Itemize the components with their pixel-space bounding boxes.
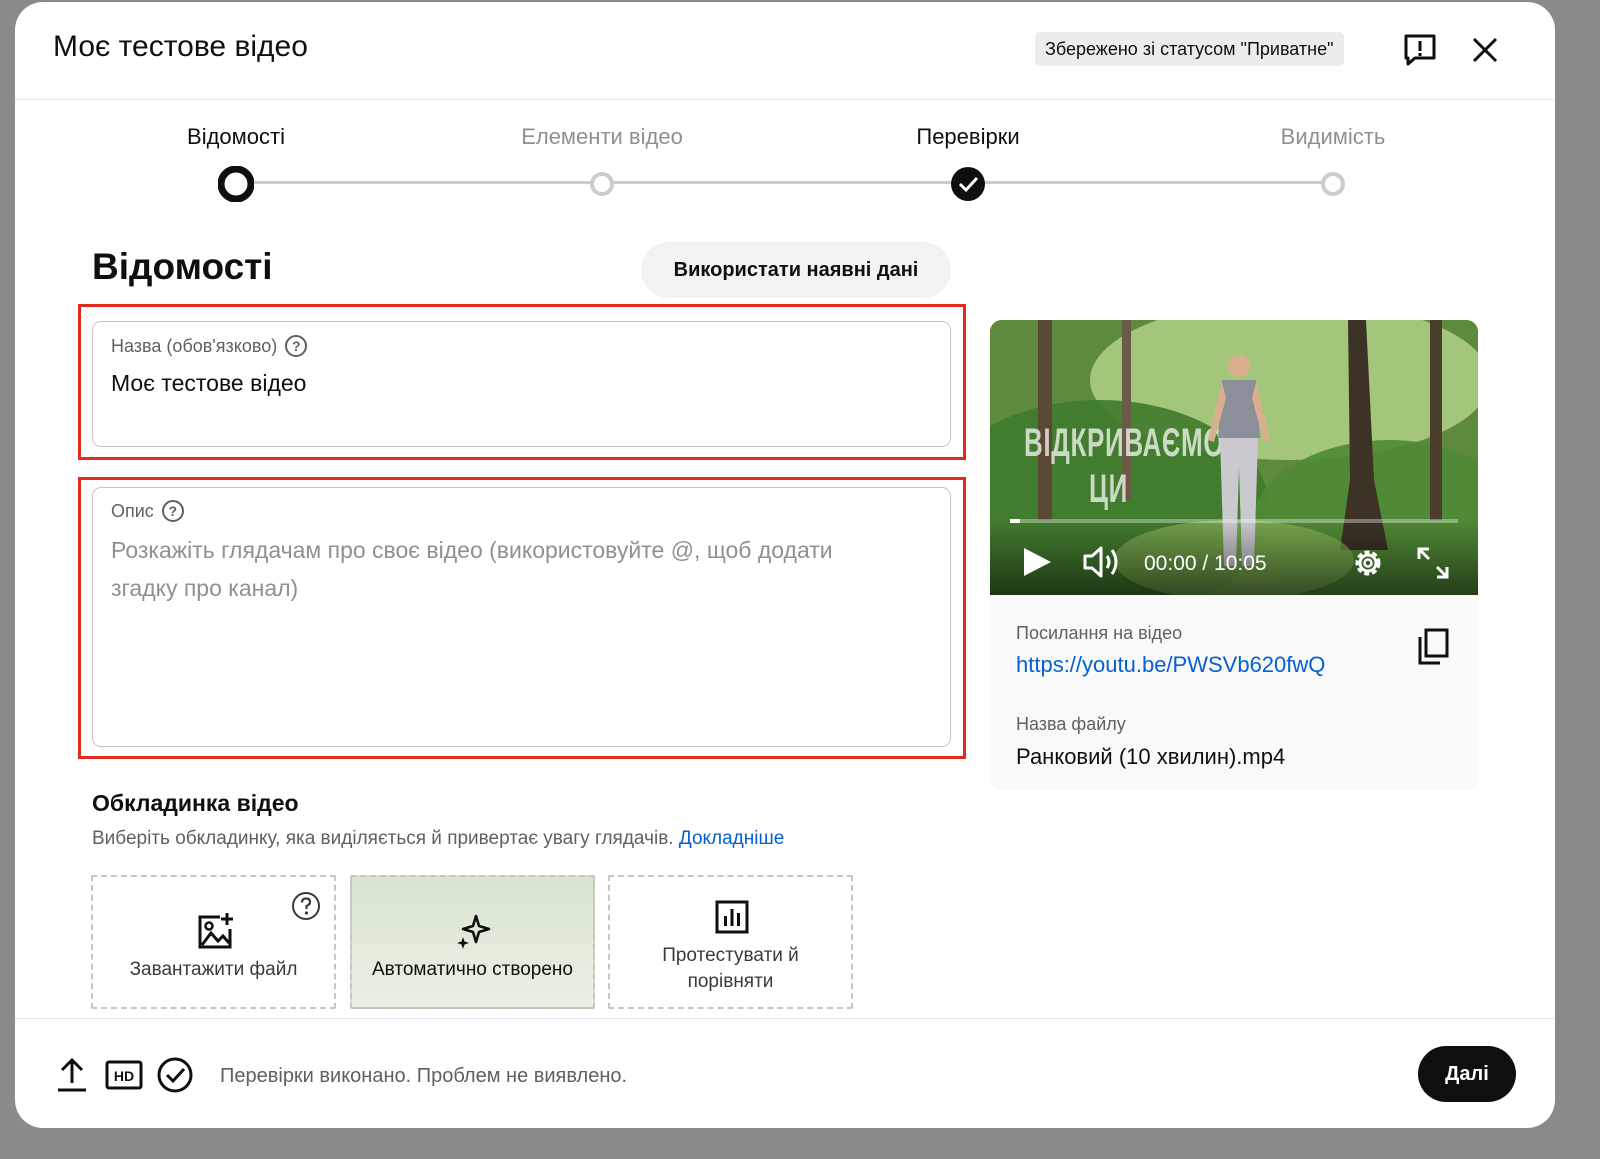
stepper-line — [237, 181, 1334, 184]
step-label: Видимість — [1280, 124, 1386, 149]
dialog-title: Моє тестове відео — [53, 30, 308, 63]
description-field-label-text: Опис — [111, 500, 154, 521]
saved-status-badge: Збережено зі статусом "Приватне" — [1035, 32, 1344, 66]
thumbnail-description: Виберіть обкладинку, яка виділяється й п… — [92, 828, 784, 850]
next-button[interactable]: Далі — [1418, 1046, 1516, 1102]
feedback-icon[interactable] — [1400, 30, 1440, 70]
test-and-compare-option[interactable]: Протестувати й порівняти — [608, 875, 853, 1009]
step-label: Елементи відео — [521, 124, 683, 149]
file-name-label: Назва файлу — [1016, 714, 1126, 734]
title-field[interactable]: Назва (обов'язково) ? Моє тестове відео — [92, 321, 951, 447]
copy-icon[interactable] — [1416, 628, 1450, 671]
title-input[interactable]: Моє тестове відео — [111, 370, 306, 397]
close-icon[interactable] — [1465, 30, 1505, 70]
learn-more-link[interactable]: Докладніше — [679, 828, 784, 849]
video-progress-fill — [1010, 519, 1020, 523]
video-progress-bar[interactable] — [1010, 519, 1458, 523]
use-existing-data-button[interactable]: Використати наявні дані — [641, 242, 951, 298]
step-done-check-icon — [950, 166, 986, 202]
video-preview-panel: ВІДКРИВАЄМО ЦИ 00:00 / 10:05 Посилання н… — [990, 320, 1478, 790]
fullscreen-icon[interactable] — [1416, 546, 1450, 585]
file-name: Ранковий (10 хвилин).mp4 — [1016, 744, 1286, 769]
video-link-label: Посилання на відео — [1016, 623, 1183, 643]
video-time: 00:00 / 10:05 — [1144, 552, 1267, 575]
description-input[interactable]: Розкажіть глядачам про своє відео (викор… — [111, 531, 890, 607]
settings-gear-icon[interactable] — [1350, 545, 1386, 586]
check-circle-icon[interactable] — [155, 1055, 195, 1095]
section-title: Відомості — [92, 246, 273, 287]
test-and-compare-label: Протестувати й порівняти — [662, 945, 799, 992]
step-pending-dot-icon — [584, 166, 620, 202]
video-link[interactable]: https://youtu.be/PWSVb620fwQ — [1016, 652, 1325, 678]
step-current-dot-icon — [218, 166, 254, 202]
play-icon[interactable] — [1020, 545, 1054, 584]
checks-status-text: Перевірки виконано. Проблем не виявлено. — [220, 1065, 628, 1087]
help-icon[interactable]: ? — [161, 500, 184, 522]
step-pending-dot-icon — [1315, 166, 1351, 202]
upload-thumbnail-label: Завантажити файл — [129, 959, 298, 980]
thumbnail-description-text: Виберіть обкладинку, яка виділяється й п… — [92, 828, 674, 849]
title-field-label: Назва (обов'язково) ? — [111, 335, 308, 357]
video-player[interactable]: ВІДКРИВАЄМО ЦИ 00:00 / 10:05 — [990, 320, 1478, 595]
upload-stepper: Відомості Елементи відео Перевірки Видим… — [15, 100, 1555, 220]
auto-thumbnail-label: Автоматично створено — [371, 959, 573, 980]
upload-dialog: Моє тестове відео Збережено зі статусом … — [15, 2, 1555, 1128]
bar-chart-icon — [714, 899, 750, 940]
volume-icon[interactable] — [1082, 544, 1122, 585]
add-image-icon — [196, 911, 236, 956]
help-icon[interactable] — [291, 891, 321, 926]
sparkle-icon — [456, 913, 492, 954]
help-icon[interactable]: ? — [285, 335, 308, 357]
auto-generated-thumbnail-option[interactable]: Автоматично створено — [350, 875, 595, 1009]
step-label: Перевірки — [916, 124, 1020, 149]
title-field-label-text: Назва (обов'язково) — [111, 335, 278, 356]
svg-text:HD: HD — [114, 1068, 134, 1084]
video-overlay-text: ВІДКРИВАЄМО ЦИ — [1024, 421, 1225, 511]
thumbnail-title: Обкладинка відео — [92, 790, 299, 816]
hd-icon[interactable]: HD — [104, 1055, 144, 1095]
description-field[interactable]: Опис ? Розкажіть глядачам про своє відео… — [92, 487, 951, 747]
description-field-label: Опис ? — [111, 500, 184, 522]
step-label: Відомості — [187, 124, 285, 149]
dialog-header: Моє тестове відео Збережено зі статусом … — [15, 2, 1555, 100]
upload-icon[interactable] — [52, 1055, 92, 1095]
dialog-footer: HD Перевірки виконано. Проблем не виявле… — [15, 1018, 1555, 1128]
upload-thumbnail-option[interactable]: Завантажити файл — [91, 875, 336, 1009]
